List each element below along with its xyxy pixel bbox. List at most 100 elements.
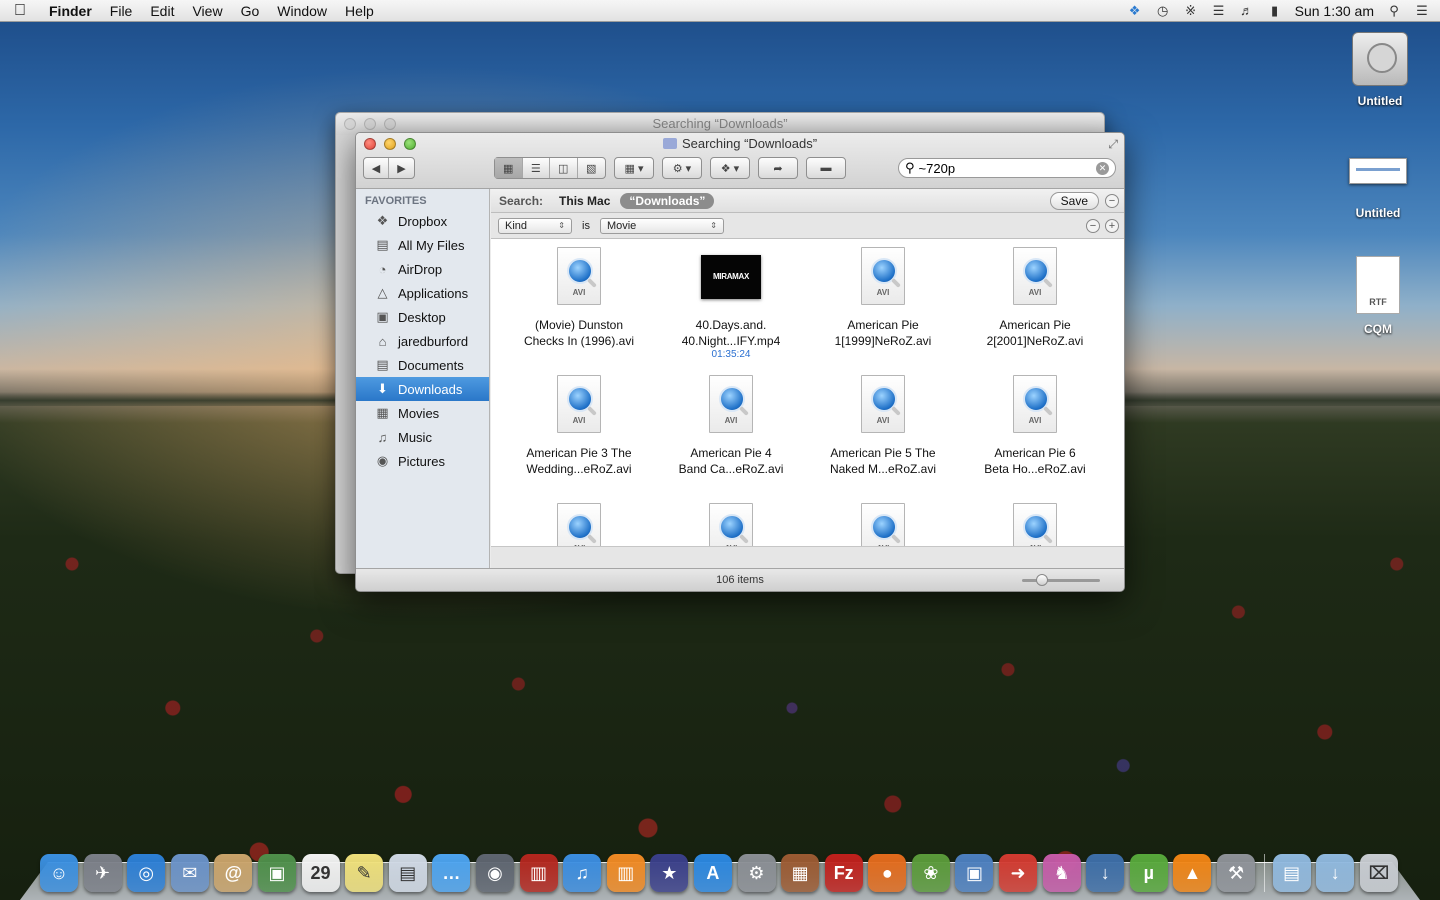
file-item[interactable]: MIRAMAX 40.Days.and. 40.Night...IFY.mp4 …	[655, 247, 807, 361]
coverflow-view-button[interactable]: ▧	[578, 158, 605, 178]
sidebar-item-pictures[interactable]: ◉ Pictures	[356, 449, 489, 473]
firefox-icon[interactable]: ●	[868, 854, 907, 892]
share-button[interactable]: ➦	[758, 157, 798, 179]
finder-icon[interactable]: ☺	[40, 854, 78, 892]
dropzone-icon[interactable]: ↓	[1086, 854, 1125, 892]
volume-icon[interactable]: ♬	[1239, 3, 1255, 18]
file-item[interactable]: AVI American Pie 2[2001]NeRoZ.avi	[959, 247, 1111, 349]
tags-button[interactable]: ▬	[806, 157, 846, 179]
clear-search-icon[interactable]: ✕	[1096, 161, 1109, 175]
filezilla-icon[interactable]: Fz	[824, 854, 863, 892]
fullscreen-icon[interactable]: ⤢	[1108, 137, 1118, 152]
system-preferences-icon[interactable]: ⚙	[737, 854, 776, 892]
icon-size-slider[interactable]	[1022, 574, 1100, 586]
remote-desktop-icon[interactable]: ▣	[955, 854, 994, 892]
contacts-icon[interactable]: @	[214, 854, 253, 892]
ibooks-icon[interactable]: ▥	[606, 854, 645, 892]
notification-center-icon[interactable]: ☰	[1414, 3, 1430, 18]
column-view-button[interactable]: ◫	[550, 158, 578, 178]
file-item[interactable]: AVI American Pie 4 Band Ca...eRoZ.avi	[655, 375, 807, 477]
file-item[interactable]: AVI American Pie 1[1999]NeRoZ.avi	[807, 247, 959, 349]
battery-icon[interactable]: ▮	[1267, 3, 1283, 18]
forward-button[interactable]: ▶	[389, 158, 414, 178]
itunes-icon[interactable]: ♫	[563, 854, 602, 892]
menu-app-finder[interactable]: Finder	[40, 3, 101, 19]
dropbox-toolbar-button[interactable]: ❖ ▾	[710, 157, 750, 179]
photo-booth-icon[interactable]: ▥	[519, 854, 558, 892]
spotlight-icon[interactable]: ⚲	[1386, 3, 1402, 18]
messages-icon[interactable]: …	[432, 854, 471, 892]
back-button[interactable]: ◀	[364, 158, 390, 178]
close-button-inactive[interactable]	[344, 118, 356, 130]
launchpad-icon[interactable]: ✈	[83, 854, 122, 892]
preview-icon[interactable]: ▤	[388, 854, 427, 892]
adium-icon[interactable]: ❀	[911, 854, 950, 892]
slider-knob[interactable]	[1036, 574, 1048, 586]
applications-folder-icon[interactable]: ▤	[1272, 854, 1311, 892]
sidebar-item-all-my-files[interactable]: ▤ All My Files	[356, 233, 489, 257]
zoom-button-inactive[interactable]	[384, 118, 396, 130]
bluetooth-icon[interactable]: ※	[1183, 3, 1199, 18]
chess-icon[interactable]: ♞	[1042, 854, 1081, 892]
app-store-icon[interactable]: A	[693, 854, 732, 892]
imovie-icon[interactable]: ★	[650, 854, 689, 892]
sidebar-item-desktop[interactable]: ▣ Desktop	[356, 305, 489, 329]
time-machine-icon[interactable]: ◷	[1155, 3, 1171, 18]
menu-view[interactable]: View	[183, 3, 231, 19]
file-item[interactable]: AVI American Pie 5 The Naked M...eRoZ.av…	[807, 375, 959, 477]
calendar-icon[interactable]: 29	[301, 854, 340, 892]
mail-icon[interactable]: ✉	[170, 854, 209, 892]
scope-this-mac-button[interactable]: This Mac	[559, 194, 610, 208]
trash-icon[interactable]: ⌧	[1359, 854, 1398, 892]
stickies-icon[interactable]: ✎	[345, 854, 384, 892]
desktop-item-screenshot[interactable]: Untitled	[1333, 144, 1423, 220]
wifi-icon[interactable]: ☰	[1211, 3, 1227, 18]
dropbox-icon[interactable]: ❖	[1127, 3, 1143, 18]
sidebar-item-dropbox[interactable]: ❖ Dropbox	[356, 209, 489, 233]
menu-help[interactable]: Help	[336, 3, 383, 19]
file-item[interactable]: AVI American Pie 6 Beta Ho...eRoZ.avi	[959, 375, 1111, 477]
utorrent-icon[interactable]: µ	[1129, 854, 1168, 892]
rule-value-popup[interactable]: Movie ⇕	[599, 217, 724, 234]
sidebar-item-music[interactable]: ♫ Music	[356, 425, 489, 449]
sidebar-item-downloads[interactable]: ⬇ Downloads	[356, 377, 489, 401]
minimize-button-inactive[interactable]	[364, 118, 376, 130]
sidebar-item-movies[interactable]: ▦ Movies	[356, 401, 489, 425]
remove-rule-icon[interactable]: −	[1086, 218, 1100, 233]
action-gear-button[interactable]: ⚙ ▾	[662, 157, 702, 179]
file-item[interactable]: AVI	[503, 503, 655, 547]
menu-file[interactable]: File	[101, 3, 142, 19]
file-item[interactable]: AVI	[655, 503, 807, 547]
sidebar-item-home[interactable]: ⌂ jaredburford	[356, 329, 489, 353]
search-field[interactable]: ⚲ ✕	[898, 158, 1116, 178]
file-item[interactable]: AVI American Pie 3 The Wedding...eRoZ.av…	[503, 375, 655, 477]
menu-go[interactable]: Go	[232, 3, 269, 19]
arrange-button[interactable]: ▦ ▾	[614, 157, 654, 179]
add-rule-icon[interactable]: +	[1105, 218, 1119, 233]
rule-attribute-popup[interactable]: Kind ⇕	[498, 217, 572, 234]
file-item[interactable]: AVI (Movie) Dunston Checks In (1996).avi	[503, 247, 655, 349]
search-input[interactable]	[918, 160, 1096, 176]
list-view-button[interactable]: ☰	[523, 158, 550, 178]
remove-criteria-icon[interactable]: −	[1105, 193, 1119, 208]
sidebar-item-applications[interactable]: △ Applications	[356, 281, 489, 305]
compressor-icon[interactable]: ▦	[781, 854, 820, 892]
file-item[interactable]: AVI	[959, 503, 1111, 547]
desktop-item-cqm[interactable]: RTF CQM	[1333, 256, 1423, 336]
utilities-icon[interactable]: ⚒	[1217, 854, 1256, 892]
menu-edit[interactable]: Edit	[141, 3, 183, 19]
vlc-icon[interactable]: ▲	[1173, 854, 1212, 892]
facetime-icon[interactable]: ◉	[475, 854, 514, 892]
file-item[interactable]: AVI	[807, 503, 959, 547]
sidebar-item-documents[interactable]: ▤ Documents	[356, 353, 489, 377]
menu-clock[interactable]: Sun 1:30 am	[1295, 3, 1374, 19]
save-search-button[interactable]: Save	[1049, 191, 1099, 210]
desktop-item-hard-drive[interactable]: Untitled	[1335, 32, 1425, 108]
icon-view-button[interactable]: ▦	[495, 158, 523, 178]
titlebar[interactable]: Searching “Downloads” ⤢ ◀ ▶ ▦ ☰ ◫ ▧ ▦ ▾ …	[356, 133, 1124, 189]
menu-window[interactable]: Window	[268, 3, 336, 19]
downloads-folder-icon[interactable]: ↓	[1316, 854, 1355, 892]
transmit-icon[interactable]: ➜	[999, 854, 1038, 892]
safari-icon[interactable]: ◎	[127, 854, 166, 892]
iphoto-icon[interactable]: ▣	[257, 854, 296, 892]
